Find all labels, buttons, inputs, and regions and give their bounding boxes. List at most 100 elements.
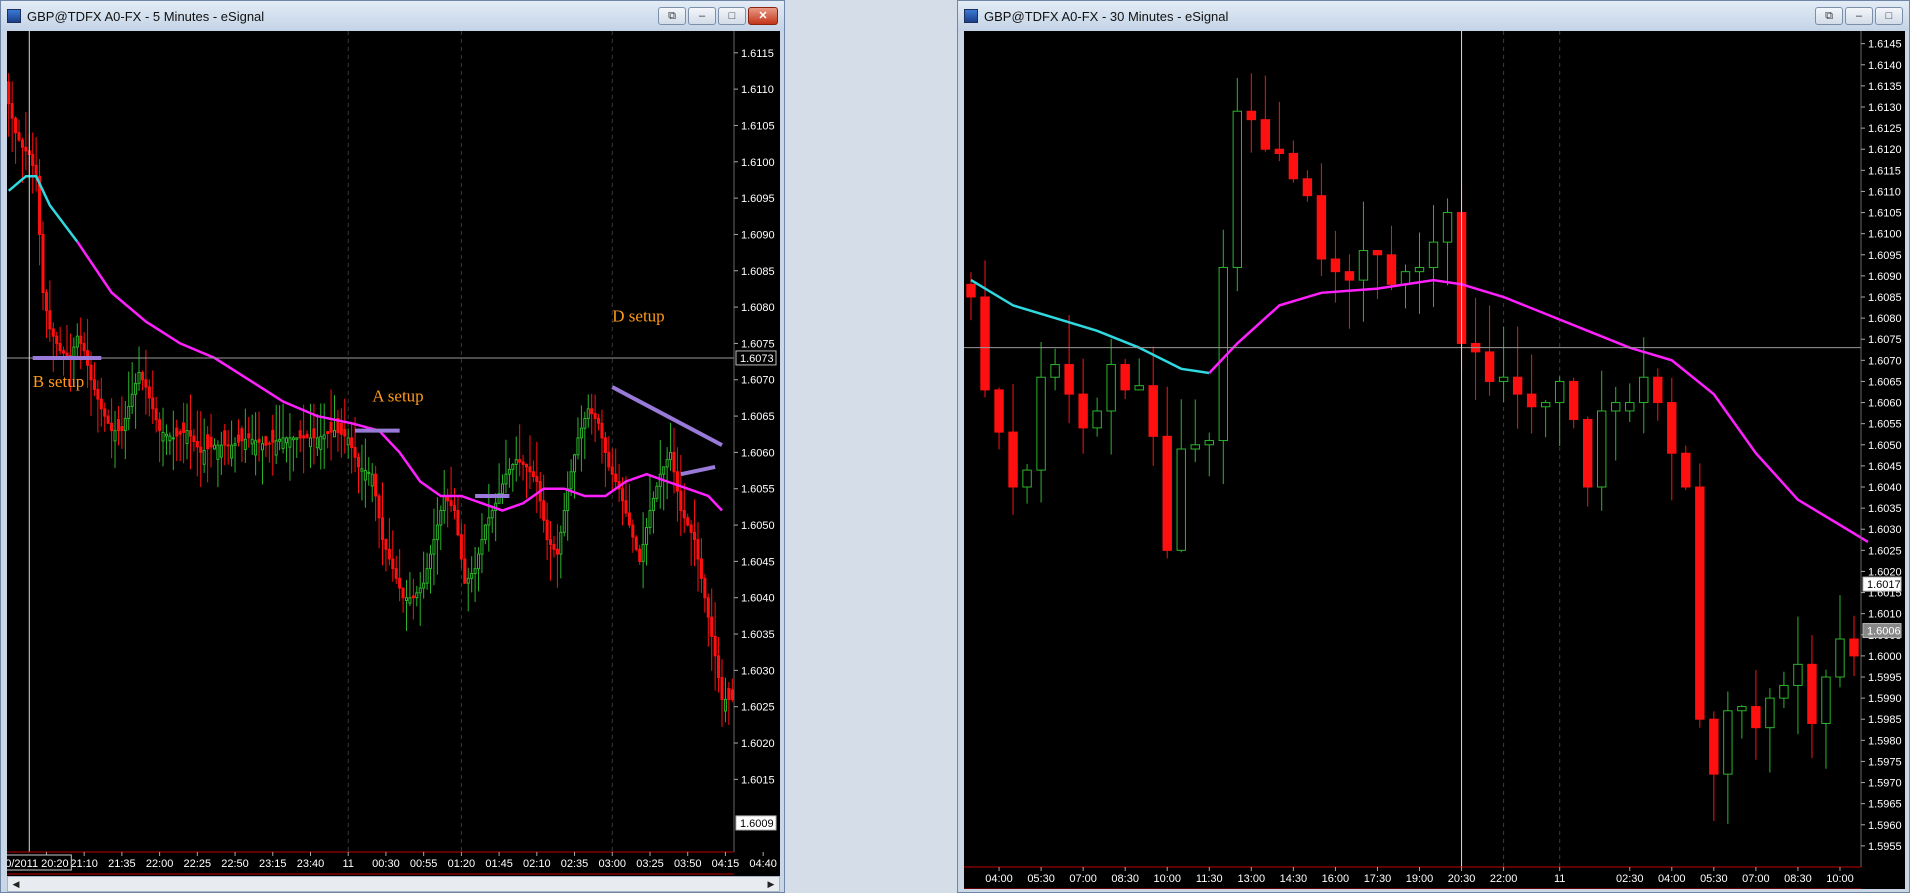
candle xyxy=(706,597,710,618)
candle xyxy=(1779,684,1789,699)
chart-window-30min[interactable]: GBP@TDFX A0-FX - 30 Minutes - eSignal ⧉ … xyxy=(957,0,1910,893)
candle xyxy=(669,451,673,461)
candle xyxy=(723,698,727,712)
candle xyxy=(343,428,347,437)
candle xyxy=(144,379,148,388)
candle xyxy=(58,342,62,352)
chart-window-5min[interactable]: GBP@TDFX A0-FX - 5 Minutes - eSignal ⧉ –… xyxy=(0,0,785,893)
candle xyxy=(422,582,426,589)
price-tick-label: 1.6040 xyxy=(741,593,775,605)
maximize-button[interactable]: □ xyxy=(1875,7,1903,25)
candle xyxy=(106,415,110,424)
candle xyxy=(1667,402,1677,454)
cursor-date-label: 2/10/2011 20:20 xyxy=(7,858,69,870)
time-tick-label: 04:00 xyxy=(1658,873,1686,885)
candle xyxy=(1526,393,1537,408)
candle xyxy=(1386,254,1397,285)
candle xyxy=(624,500,628,514)
maximize-button[interactable]: □ xyxy=(718,7,746,25)
candle xyxy=(178,431,182,435)
setup-annotation: B setup xyxy=(33,372,84,391)
candle xyxy=(507,468,511,475)
price-tick-label: 1.6070 xyxy=(1868,355,1902,367)
candle xyxy=(329,421,333,433)
candle xyxy=(34,164,38,177)
candle xyxy=(20,139,24,148)
candle xyxy=(1821,676,1831,724)
candle xyxy=(363,470,367,481)
time-tick-label: 11:30 xyxy=(1196,873,1223,885)
candle xyxy=(182,422,186,433)
candle xyxy=(1582,418,1593,488)
candle xyxy=(682,510,686,519)
price-tick-label: 1.6000 xyxy=(1868,651,1902,663)
window-title: GBP@TDFX A0-FX - 30 Minutes - eSignal xyxy=(984,8,1229,24)
restore-button[interactable]: ⧉ xyxy=(1815,7,1843,25)
candle xyxy=(315,437,319,449)
candle xyxy=(1176,448,1186,551)
candle xyxy=(1723,710,1733,775)
candle xyxy=(573,454,577,473)
price-tick-label: 1.5960 xyxy=(1868,820,1902,832)
price-tick-label: 1.6075 xyxy=(1868,334,1902,346)
candle xyxy=(1344,271,1355,281)
price-tick-label: 1.6125 xyxy=(1868,123,1902,135)
price-chart-5min[interactable]: B setup A setup D setup 1.6115 1.6110 1.6105 1… xyxy=(7,31,780,876)
candle xyxy=(312,428,316,439)
price-tick-label: 1.6090 xyxy=(741,229,775,241)
time-tick-label: 03:50 xyxy=(674,858,702,870)
candle xyxy=(1022,469,1032,488)
candle xyxy=(593,413,597,419)
window-titlebar[interactable]: GBP@TDFX A0-FX - 5 Minutes - eSignal ⧉ –… xyxy=(1,1,784,31)
minimize-button[interactable]: – xyxy=(688,7,716,25)
candle xyxy=(332,430,337,438)
scroll-right-icon[interactable]: ▶ xyxy=(764,878,778,890)
candle xyxy=(298,430,302,439)
candle xyxy=(463,558,467,584)
price-tick-label: 1.6130 xyxy=(1868,102,1902,114)
price-chart-30min[interactable]: 1.6145 1.6140 1.6135 1.6130 1.6125 1.6120 1.61… xyxy=(964,31,1905,889)
price-tick-label: 1.6065 xyxy=(1868,376,1902,388)
candle xyxy=(236,434,241,443)
candle xyxy=(634,536,638,550)
candle xyxy=(401,587,405,599)
time-tick-label: 04:15 xyxy=(712,858,740,870)
window-titlebar[interactable]: GBP@TDFX A0-FX - 30 Minutes - eSignal ⧉ … xyxy=(958,1,1909,31)
price-tick-label: 1.6020 xyxy=(741,738,775,750)
time-tick-label: 21:10 xyxy=(70,858,98,870)
candle xyxy=(158,419,162,432)
time-tick-label: 00:55 xyxy=(410,858,438,870)
price-tick-label: 1.6060 xyxy=(1868,398,1902,410)
time-tick-label: 04:40 xyxy=(749,858,777,870)
price-tick-label: 1.5970 xyxy=(1868,778,1902,790)
candle xyxy=(555,548,559,555)
candle xyxy=(1737,706,1747,712)
candle xyxy=(353,447,357,458)
candle xyxy=(281,437,285,449)
candle xyxy=(1148,385,1158,437)
candle xyxy=(1050,364,1060,378)
time-tick-label: 01:20 xyxy=(448,858,476,870)
price-tick-label: 1.6080 xyxy=(1868,313,1902,325)
candle xyxy=(552,543,556,550)
restore-button[interactable]: ⧉ xyxy=(658,7,686,25)
candle xyxy=(116,418,120,432)
close-button[interactable]: ✕ xyxy=(748,7,778,25)
candle xyxy=(1008,431,1018,488)
price-tick-label: 1.5965 xyxy=(1868,799,1902,811)
horizontal-scrollbar[interactable]: ◀ ▶ xyxy=(7,876,780,892)
candle xyxy=(1414,266,1425,273)
last-price-label: 1.6017 xyxy=(1867,579,1901,591)
candle xyxy=(185,430,189,444)
candle xyxy=(89,364,93,381)
candle xyxy=(710,616,714,637)
candle xyxy=(411,595,415,599)
candle xyxy=(41,233,45,294)
candle xyxy=(1625,402,1635,412)
candle xyxy=(1134,385,1144,391)
candle xyxy=(597,417,601,424)
candle xyxy=(240,428,244,442)
candle xyxy=(339,422,343,435)
scroll-left-icon[interactable]: ◀ xyxy=(9,878,23,890)
minimize-button[interactable]: – xyxy=(1845,7,1873,25)
